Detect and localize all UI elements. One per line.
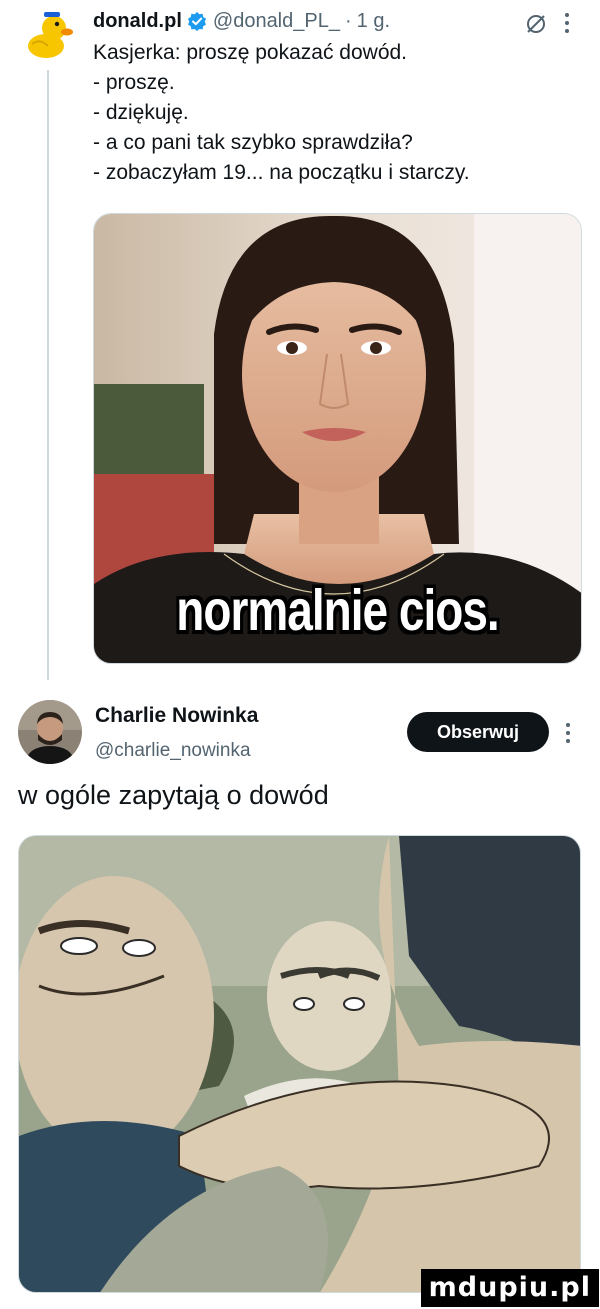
tweet-charlie: Charlie Nowinka @charlie_nowinka Obserwu… bbox=[0, 690, 600, 1309]
tweet-line: - proszę. bbox=[93, 71, 175, 94]
tweet-donald: donald.pl @donald_PL_ · 1 g. Kasjerka: p… bbox=[0, 0, 600, 680]
tweet-header: donald.pl @donald_PL_ · 1 g. bbox=[93, 4, 583, 38]
tweet-line: - a co pani tak szybko sprawdziła? bbox=[93, 131, 413, 154]
author-handle[interactable]: @donald_PL_ bbox=[213, 10, 340, 33]
follow-button[interactable]: Obserwuj bbox=[407, 712, 549, 752]
tweet-image[interactable]: normalnie cios. bbox=[93, 213, 582, 664]
tweet-time[interactable]: 1 g. bbox=[357, 10, 390, 33]
tweet-line: - zobaczyłam 19... na początku i starczy… bbox=[93, 161, 470, 184]
avatar[interactable] bbox=[18, 700, 82, 764]
thread-line bbox=[47, 70, 49, 680]
image-caption: normalnie cios. bbox=[176, 577, 499, 643]
author-name[interactable]: donald.pl bbox=[93, 10, 182, 33]
verified-badge-icon bbox=[187, 11, 207, 31]
grok-icon[interactable] bbox=[524, 12, 548, 36]
tweet-line: Kasjerka: proszę pokazać dowód. bbox=[93, 41, 408, 64]
author-handle[interactable]: @charlie_nowinka bbox=[95, 740, 251, 762]
duck-avatar-icon[interactable] bbox=[22, 8, 74, 60]
separator-dot: · bbox=[344, 9, 352, 32]
tweet-body: donald.pl @donald_PL_ · 1 g. Kasjerka: p… bbox=[93, 4, 583, 188]
tweet-image[interactable] bbox=[18, 835, 581, 1293]
tweet-line: - dziękuję. bbox=[93, 101, 189, 124]
more-options-icon[interactable] bbox=[556, 8, 578, 38]
watermark-logo: mdupiu.pl bbox=[420, 1269, 599, 1307]
tweet-text: Kasjerka: proszę pokazać dowód. - proszę… bbox=[93, 38, 583, 188]
author-name[interactable]: Charlie Nowinka bbox=[95, 704, 258, 728]
more-options-icon[interactable] bbox=[560, 718, 576, 748]
tweet-text: w ogóle zapytają o dowód bbox=[18, 780, 329, 810]
